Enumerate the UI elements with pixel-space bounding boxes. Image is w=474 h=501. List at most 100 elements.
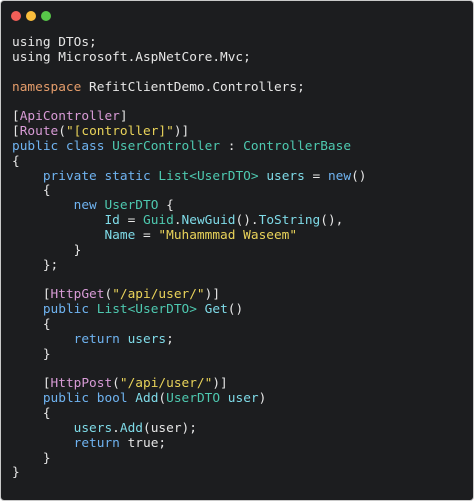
- code-token-member: Add: [135, 391, 159, 407]
- code-token-plain: }: [12, 465, 20, 481]
- code-token-plain: [: [12, 109, 20, 125]
- window-titlebar: [1, 1, 473, 31]
- code-token-keyword: public: [42, 302, 90, 318]
- code-line: {: [12, 317, 367, 333]
- code-token-string: "[controller]": [65, 124, 174, 140]
- code-token-plain: .: [112, 420, 120, 436]
- code-line: }: [12, 243, 367, 259]
- code-line: using DTOs;: [12, 35, 367, 51]
- code-token-keyword: private static: [42, 168, 151, 184]
- code-token-plain: =: [135, 227, 159, 243]
- close-dot[interactable]: [11, 11, 21, 21]
- code-token-plain: using Microsoft.AspNetCore.Mvc;: [12, 49, 251, 65]
- code-token-type: ControllerBase: [243, 138, 352, 154]
- code-token-plain: {: [12, 153, 20, 169]
- code-line: [Route("[controller]")]: [12, 124, 367, 140]
- code-token-plain: }: [12, 450, 51, 466]
- code-token-plain: )]: [212, 376, 228, 392]
- code-token-plain: {: [158, 198, 174, 214]
- code-token-plain: ;: [166, 331, 174, 347]
- code-token-member: Id: [104, 213, 120, 229]
- code-line: [HttpPost("/api/user/")]: [12, 376, 367, 392]
- code-token-namespace_kw: namespace: [12, 79, 82, 95]
- code-token-plain: .: [173, 213, 182, 229]
- code-line: public List<UserDTO> Get(): [12, 302, 367, 318]
- code-token-keyword: return: [73, 435, 120, 451]
- code-token-plain: true;: [119, 435, 167, 451]
- code-token-plain: using DTOs;: [12, 35, 97, 50]
- code-token-plain: }: [12, 346, 51, 362]
- code-token-plain: )]: [204, 287, 221, 303]
- code-token-member: Name: [104, 227, 136, 243]
- code-token-type: UserController: [112, 138, 221, 154]
- code-window: using DTOs; using Microsoft.AspNetCore.Mv…: [0, 0, 474, 501]
- code-token-member: Add: [119, 420, 144, 436]
- code-token-plain: {: [12, 183, 51, 199]
- code-token-plain: ]: [119, 109, 128, 125]
- code-line: return true;: [12, 435, 367, 452]
- code-token-attribute: HttpPost: [50, 376, 113, 392]
- zoom-dot[interactable]: [41, 11, 51, 21]
- code-token-plain: =: [304, 168, 328, 184]
- code-token-member: users: [127, 331, 167, 347]
- code-token-member: NewGuid: [181, 213, 236, 229]
- code-line: namespace RefitClientDemo.Controllers;: [12, 79, 367, 96]
- code-line: Name = "Muhammmad Waseem": [12, 227, 367, 244]
- code-line: }: [12, 450, 367, 467]
- code-token-plain: (: [112, 376, 120, 392]
- code-token-plain: {: [12, 317, 51, 333]
- code-token-attribute: Route: [19, 124, 59, 140]
- code-token-member: users: [73, 420, 113, 436]
- code-line: public bool Add(UserDTO user): [12, 391, 367, 407]
- code-token-attribute: HttpGet: [50, 287, 105, 303]
- code-token-plain: =: [119, 213, 143, 229]
- code-line: new UserDTO {: [12, 198, 367, 214]
- code-token-plain: [: [12, 287, 51, 303]
- code-line: private static List<UserDTO> users = new…: [12, 168, 367, 185]
- code-token-plain: };: [12, 257, 59, 273]
- code-token-string: "Muhammmad Waseem": [158, 227, 298, 243]
- minimize-dot[interactable]: [26, 11, 36, 21]
- code-token-plain: ): [258, 391, 267, 407]
- code-line: }: [12, 466, 367, 481]
- code-block: using DTOs; using Microsoft.AspNetCore.Mv…: [12, 35, 367, 481]
- code-token-type: List<UserDTO>: [158, 168, 259, 184]
- code-token-keyword: return: [73, 331, 120, 347]
- code-token-member: users: [266, 168, 305, 184]
- code-token-member: ToString: [258, 213, 321, 229]
- code-token-plain: (: [58, 124, 66, 140]
- code-token-string: "/api/user/": [112, 287, 205, 303]
- code-line: {: [12, 406, 367, 422]
- code-token-plain: (user);: [143, 420, 197, 436]
- code-line: {: [12, 153, 367, 170]
- code-token-plain: (): [351, 168, 367, 184]
- code-token-type: Guid: [143, 213, 174, 229]
- code-line: return users;: [12, 331, 367, 348]
- code-token-plain: :: [220, 138, 244, 154]
- code-line: using Microsoft.AspNetCore.Mvc;: [12, 49, 367, 66]
- code-token-member: user: [227, 391, 259, 407]
- code-token-keyword: new: [327, 168, 352, 184]
- code-token-string: "/api/user/": [119, 376, 213, 392]
- code-token-member: Get: [204, 302, 228, 318]
- code-token-plain: (): [227, 302, 244, 318]
- code-token-plain: [: [12, 376, 51, 392]
- code-token-type: List<UserDTO>: [96, 302, 197, 318]
- code-line: [HttpGet("/api/user/")]: [12, 287, 367, 303]
- code-line: [ApiController]: [12, 109, 367, 125]
